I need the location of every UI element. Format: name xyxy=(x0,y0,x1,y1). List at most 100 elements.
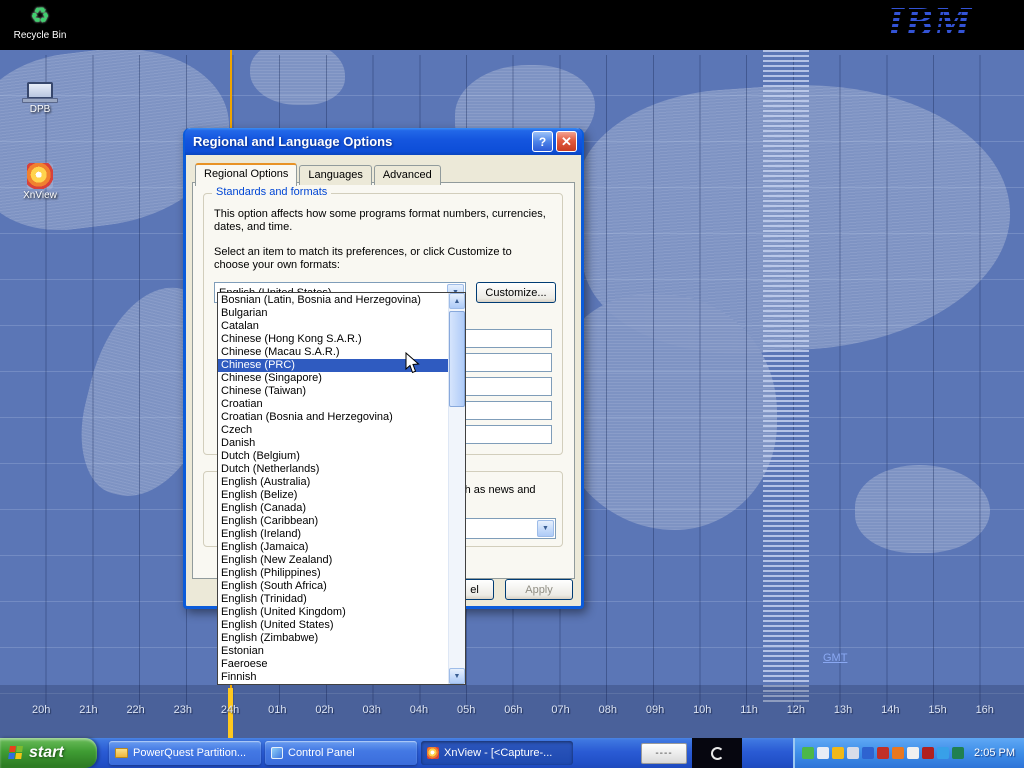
start-button[interactable]: start xyxy=(0,738,97,768)
location-text-fragment: uch as news and xyxy=(453,484,558,497)
language-option[interactable]: Chinese (Hong Kong S.A.R.) xyxy=(218,333,448,346)
language-option[interactable]: English (New Zealand) xyxy=(218,554,448,567)
system-tray: 2:05 PM xyxy=(793,738,1024,768)
chevron-down-icon[interactable]: ▼ xyxy=(537,520,554,537)
timezone-label: 13h xyxy=(834,704,852,716)
language-option[interactable]: Croatian (Bosnia and Herzegovina) xyxy=(218,411,448,424)
group-title: Standards and formats xyxy=(212,186,331,198)
timezone-label: 16h xyxy=(976,704,994,716)
scrollbar-thumb[interactable] xyxy=(449,311,465,407)
timezone-label: 04h xyxy=(410,704,428,716)
close-button[interactable]: ✕ xyxy=(556,131,577,152)
help-button[interactable]: ? xyxy=(532,131,553,152)
standards-instruction: Select an item to match its preferences,… xyxy=(214,246,549,272)
language-option[interactable]: English (United Kingdom) xyxy=(218,606,448,619)
timezone-label: 22h xyxy=(126,704,144,716)
language-option[interactable]: English (Belize) xyxy=(218,489,448,502)
xnview-label: XnView xyxy=(10,190,70,201)
timezone-label: 02h xyxy=(315,704,333,716)
language-option[interactable]: English (Australia) xyxy=(218,476,448,489)
timezone-label: 10h xyxy=(693,704,711,716)
language-option[interactable]: English (Philippines) xyxy=(218,567,448,580)
laptop-icon xyxy=(10,82,70,103)
language-option[interactable]: Chinese (Taiwan) xyxy=(218,385,448,398)
tray-scheduler-icon[interactable] xyxy=(907,747,919,759)
tab-regional-options[interactable]: Regional Options xyxy=(195,163,297,186)
language-option[interactable]: Dutch (Netherlands) xyxy=(218,463,448,476)
language-option[interactable]: Czech xyxy=(218,424,448,437)
mouse-cursor-icon xyxy=(405,352,421,379)
quick-launch-segment xyxy=(692,738,742,768)
apply-button[interactable]: Apply xyxy=(505,579,573,600)
language-option[interactable]: Estonian xyxy=(218,645,448,658)
language-option[interactable]: Danish xyxy=(218,437,448,450)
tab-languages[interactable]: Languages xyxy=(299,165,371,185)
language-option[interactable]: Bulgarian xyxy=(218,307,448,320)
language-option[interactable]: English (Trinidad) xyxy=(218,593,448,606)
timezone-label: 05h xyxy=(457,704,475,716)
tab-advanced[interactable]: Advanced xyxy=(374,165,441,185)
dpb-label: DPB xyxy=(10,104,70,115)
taskbar: start PowerQuest Partition... Control Pa… xyxy=(0,738,1024,768)
capture-icon[interactable] xyxy=(711,747,724,760)
taskbar-separator-button[interactable]: ---- xyxy=(641,743,687,764)
start-label: start xyxy=(29,744,64,762)
language-dropdown-list: Bosnian (Latin, Bosnia and Herzegovina)B… xyxy=(217,292,466,685)
customize-button[interactable]: Customize... xyxy=(476,282,556,303)
taskbar-button-control-panel[interactable]: Control Panel xyxy=(265,741,417,765)
control-panel-icon xyxy=(271,747,283,759)
tray-eject-icon[interactable] xyxy=(802,747,814,759)
language-option[interactable]: Croatian xyxy=(218,398,448,411)
tray-display-icon[interactable] xyxy=(862,747,874,759)
xnview-icon xyxy=(27,163,53,189)
language-option[interactable]: English (Jamaica) xyxy=(218,541,448,554)
timezone-label: 06h xyxy=(504,704,522,716)
taskbar-button-xnview[interactable]: XnView - [<Capture-... xyxy=(421,741,573,765)
recycle-bin-icon: ♻ xyxy=(12,3,68,29)
xnview-icon xyxy=(427,747,439,759)
tray-usb-icon[interactable] xyxy=(952,747,964,759)
tray-volume-icon[interactable] xyxy=(847,747,859,759)
timezone-label: 15h xyxy=(928,704,946,716)
tray-antivirus-icon[interactable] xyxy=(877,747,889,759)
timezone-label: 07h xyxy=(551,704,569,716)
xnview-desktop-icon[interactable]: XnView xyxy=(10,163,70,201)
tray-security-icon[interactable] xyxy=(922,747,934,759)
language-option[interactable]: Faeroese xyxy=(218,658,448,671)
top-bar: ♻ Recycle Bin IBM xyxy=(0,0,1024,50)
dialog-titlebar[interactable]: Regional and Language Options ? ✕ xyxy=(185,128,582,155)
scroll-down-icon[interactable]: ▼ xyxy=(449,668,465,684)
language-option[interactable]: English (Ireland) xyxy=(218,528,448,541)
language-option[interactable]: English (South Africa) xyxy=(218,580,448,593)
taskbar-button-powerquest[interactable]: PowerQuest Partition... xyxy=(109,741,261,765)
ibm-logo-stripes xyxy=(862,0,972,48)
timezone-label: 20h xyxy=(32,704,50,716)
language-option[interactable]: Dutch (Belgium) xyxy=(218,450,448,463)
language-option[interactable]: English (Zimbabwe) xyxy=(218,632,448,645)
tray-network-icon[interactable] xyxy=(937,747,949,759)
timezone-label: 12h xyxy=(787,704,805,716)
language-option[interactable]: Finnish xyxy=(218,671,448,684)
timezone-label: 01h xyxy=(268,704,286,716)
language-option[interactable]: English (United States) xyxy=(218,619,448,632)
timezone-label: 03h xyxy=(363,704,381,716)
language-option[interactable]: Catalan xyxy=(218,320,448,333)
language-option[interactable]: English (Canada) xyxy=(218,502,448,515)
timezone-label: 09h xyxy=(646,704,664,716)
recycle-bin-desktop-icon[interactable]: ♻ Recycle Bin xyxy=(12,3,68,41)
desktop: GMT 20h21h22h23h24h01h02h03h04h05h06h07h… xyxy=(0,0,1024,768)
taskbar-clock[interactable]: 2:05 PM xyxy=(974,747,1015,759)
timezone-label: 21h xyxy=(79,704,97,716)
language-option[interactable]: Bosnian (Latin, Bosnia and Herzegovina) xyxy=(218,294,448,307)
gmt-label: GMT xyxy=(823,652,847,664)
scroll-up-icon[interactable]: ▲ xyxy=(449,293,465,309)
tray-update-icon[interactable] xyxy=(892,747,904,759)
tray-info-icon[interactable] xyxy=(817,747,829,759)
scrollbar[interactable]: ▲ ▼ xyxy=(448,293,465,684)
language-option[interactable]: English (Caribbean) xyxy=(218,515,448,528)
tray-shield-icon[interactable] xyxy=(832,747,844,759)
dpb-desktop-icon[interactable]: DPB xyxy=(10,82,70,115)
timezone-label: 14h xyxy=(881,704,899,716)
folder-icon xyxy=(115,748,128,758)
timezone-label: 08h xyxy=(599,704,617,716)
